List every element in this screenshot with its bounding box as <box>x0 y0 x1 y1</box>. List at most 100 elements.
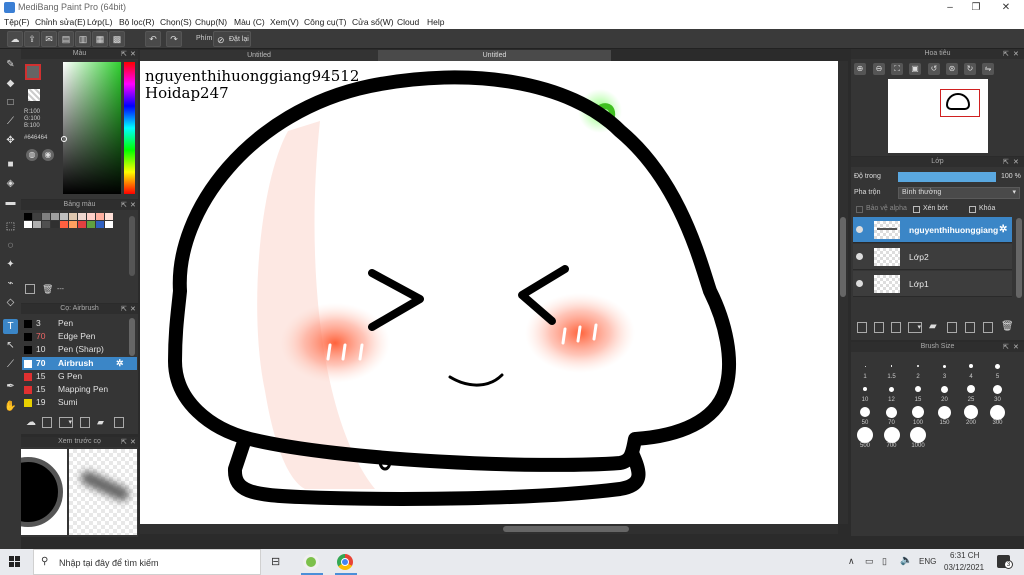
comment-icon[interactable]: ✉ <box>41 31 57 47</box>
hue-slider[interactable] <box>124 62 135 194</box>
protect-alpha-checkbox[interactable] <box>856 206 863 213</box>
brush-size-dot[interactable] <box>943 364 946 368</box>
palette-swatch[interactable] <box>42 213 50 220</box>
minimize-button[interactable]: – <box>936 0 964 15</box>
menu-view[interactable]: Xem(V) <box>270 17 299 27</box>
close-button[interactable]: ✕ <box>992 0 1020 15</box>
layer-row[interactable]: Lớp2 <box>853 244 1012 270</box>
grid-icon[interactable]: ▦ <box>92 31 108 47</box>
brush-item[interactable]: 15 G Pen <box>22 370 137 383</box>
lasso-tool-icon[interactable]: ◌ <box>3 238 18 253</box>
close-icon[interactable]: ✕ <box>1013 343 1019 353</box>
brush-size-dot[interactable] <box>964 405 978 419</box>
palette-swatch[interactable] <box>51 221 59 228</box>
color-wheel-icon[interactable]: ◍ <box>26 149 38 161</box>
brush-size-dot[interactable] <box>941 385 948 393</box>
undo-button[interactable]: ↶ <box>145 31 161 47</box>
close-icon[interactable]: ✕ <box>130 201 136 211</box>
brush-item[interactable]: 3 Pen <box>22 317 137 330</box>
brush-size-dot[interactable] <box>889 386 894 392</box>
brush-size-dot[interactable] <box>995 363 1000 369</box>
blend-mode-select[interactable]: Bình thường ▾ <box>898 187 1020 199</box>
close-icon[interactable]: ✕ <box>130 438 136 448</box>
palette-swatch[interactable] <box>33 213 41 220</box>
brush-size-dot[interactable] <box>990 404 1005 420</box>
expand-icon[interactable]: ⇱ <box>1003 50 1009 60</box>
expand-icon[interactable]: ⇱ <box>121 50 127 60</box>
brush-size-dot[interactable] <box>915 386 921 392</box>
brush-size-dot[interactable] <box>993 384 1002 394</box>
settings-gear-icon[interactable]: ✲ <box>116 357 124 370</box>
task-view-icon[interactable]: ⊟ <box>271 555 280 568</box>
merge-down-icon[interactable] <box>965 322 975 333</box>
brush-size-dot[interactable] <box>967 385 975 393</box>
brush-size-dot[interactable] <box>910 427 926 443</box>
expand-icon[interactable]: ⇱ <box>121 438 127 448</box>
palette-icon[interactable]: ◉ <box>42 149 54 161</box>
horizontal-scrollbar[interactable] <box>140 524 838 534</box>
select-tool-icon[interactable]: ⬚ <box>3 219 18 234</box>
palette-swatch[interactable] <box>96 221 104 228</box>
zoom-in-icon[interactable]: ⊕ <box>854 63 866 75</box>
medibang-taskbar-icon[interactable] <box>303 554 319 570</box>
layer-scrollbar[interactable] <box>1016 218 1022 298</box>
chrome-icon[interactable] <box>337 554 353 570</box>
layer-row-selected[interactable]: nguyenthihuonggiang ✲ <box>853 217 1012 243</box>
close-icon[interactable]: ✕ <box>1013 50 1019 60</box>
eraser-tool-icon[interactable]: ◆ <box>3 76 18 91</box>
add-brush-icon[interactable]: ▾ <box>59 417 73 428</box>
flip-icon[interactable]: ⇋ <box>982 63 994 75</box>
lock-checkbox[interactable] <box>969 206 976 213</box>
settings-gear-icon[interactable]: ✲ <box>999 224 1007 235</box>
close-icon[interactable]: ✕ <box>130 305 136 315</box>
volume-icon[interactable]: 🔈 <box>900 555 912 566</box>
snap-reset-button[interactable]: ⊘ Đặt lại <box>213 31 251 47</box>
doc-tab[interactable]: Untitled <box>140 50 378 61</box>
new-brush-icon[interactable] <box>42 417 52 428</box>
brush-size-dot[interactable] <box>864 365 866 367</box>
brush-item[interactable]: 10 Pen (Sharp) <box>22 343 137 356</box>
folder-icon[interactable]: ▰ <box>929 321 937 332</box>
expand-icon[interactable]: ⇱ <box>1003 158 1009 168</box>
maximize-button[interactable]: ❐ <box>962 0 990 15</box>
cloud-icon[interactable]: ☁ <box>7 31 23 47</box>
close-icon[interactable]: ✕ <box>1013 158 1019 168</box>
palette-swatch[interactable] <box>78 221 86 228</box>
notification-icon[interactable]: 3 <box>997 555 1013 569</box>
visibility-icon[interactable] <box>856 226 863 233</box>
brush-item[interactable]: 19 Sumi <box>22 396 137 407</box>
brush-size-dot[interactable] <box>890 365 893 367</box>
menu-edit[interactable]: Chỉnh sửa(E) <box>35 17 86 27</box>
brush-size-dot[interactable] <box>857 427 873 443</box>
add-layer-menu-icon[interactable]: ▾ <box>908 322 922 333</box>
brush-size-dot[interactable] <box>969 364 973 368</box>
navigator-thumbnail[interactable] <box>888 79 988 153</box>
reset-rotation-icon[interactable]: ⊛ <box>946 63 958 75</box>
gradient-tool-icon[interactable]: ▬ <box>3 195 18 210</box>
rotate-left-icon[interactable]: ↺ <box>928 63 940 75</box>
select-eraser-icon[interactable]: ◇ <box>3 295 18 310</box>
fill-shape-icon[interactable]: ■ <box>3 157 18 172</box>
saturation-value-picker[interactable] <box>63 62 121 194</box>
brush-item-selected[interactable]: 70 Airbrush ✲ <box>22 357 137 370</box>
close-icon[interactable]: ✕ <box>130 50 136 60</box>
palette-swatch[interactable] <box>60 213 68 220</box>
palette-swatch[interactable] <box>96 213 104 220</box>
layer-settings-icon[interactable] <box>983 322 993 333</box>
secondary-color-swatch[interactable] <box>28 89 40 101</box>
drawing-canvas[interactable]: nguyenthihuonggiang94512 Hoidap247 <box>140 61 838 524</box>
brush-size-dot[interactable] <box>863 387 867 391</box>
rotate-right-icon[interactable]: ↻ <box>964 63 976 75</box>
operation-tool-icon[interactable]: ↖ <box>3 338 18 353</box>
menu-window[interactable]: Cửa sổ(W) <box>352 17 394 27</box>
page-icon[interactable]: ▥ <box>75 31 91 47</box>
expand-icon[interactable]: ⇱ <box>121 201 127 211</box>
brush-size-dot[interactable] <box>860 407 870 417</box>
divide-tool-icon[interactable]: ⟋ <box>3 357 18 372</box>
chevron-up-icon[interactable]: ∧ <box>848 556 855 567</box>
palette-swatch[interactable] <box>60 221 68 228</box>
brush-size-dot[interactable] <box>917 365 919 367</box>
taskbar-search[interactable]: ⚲ Nhập tại đây để tìm kiếm <box>33 549 261 575</box>
palette-swatch[interactable] <box>105 221 113 228</box>
battery-icon[interactable]: ▭ <box>865 556 874 567</box>
